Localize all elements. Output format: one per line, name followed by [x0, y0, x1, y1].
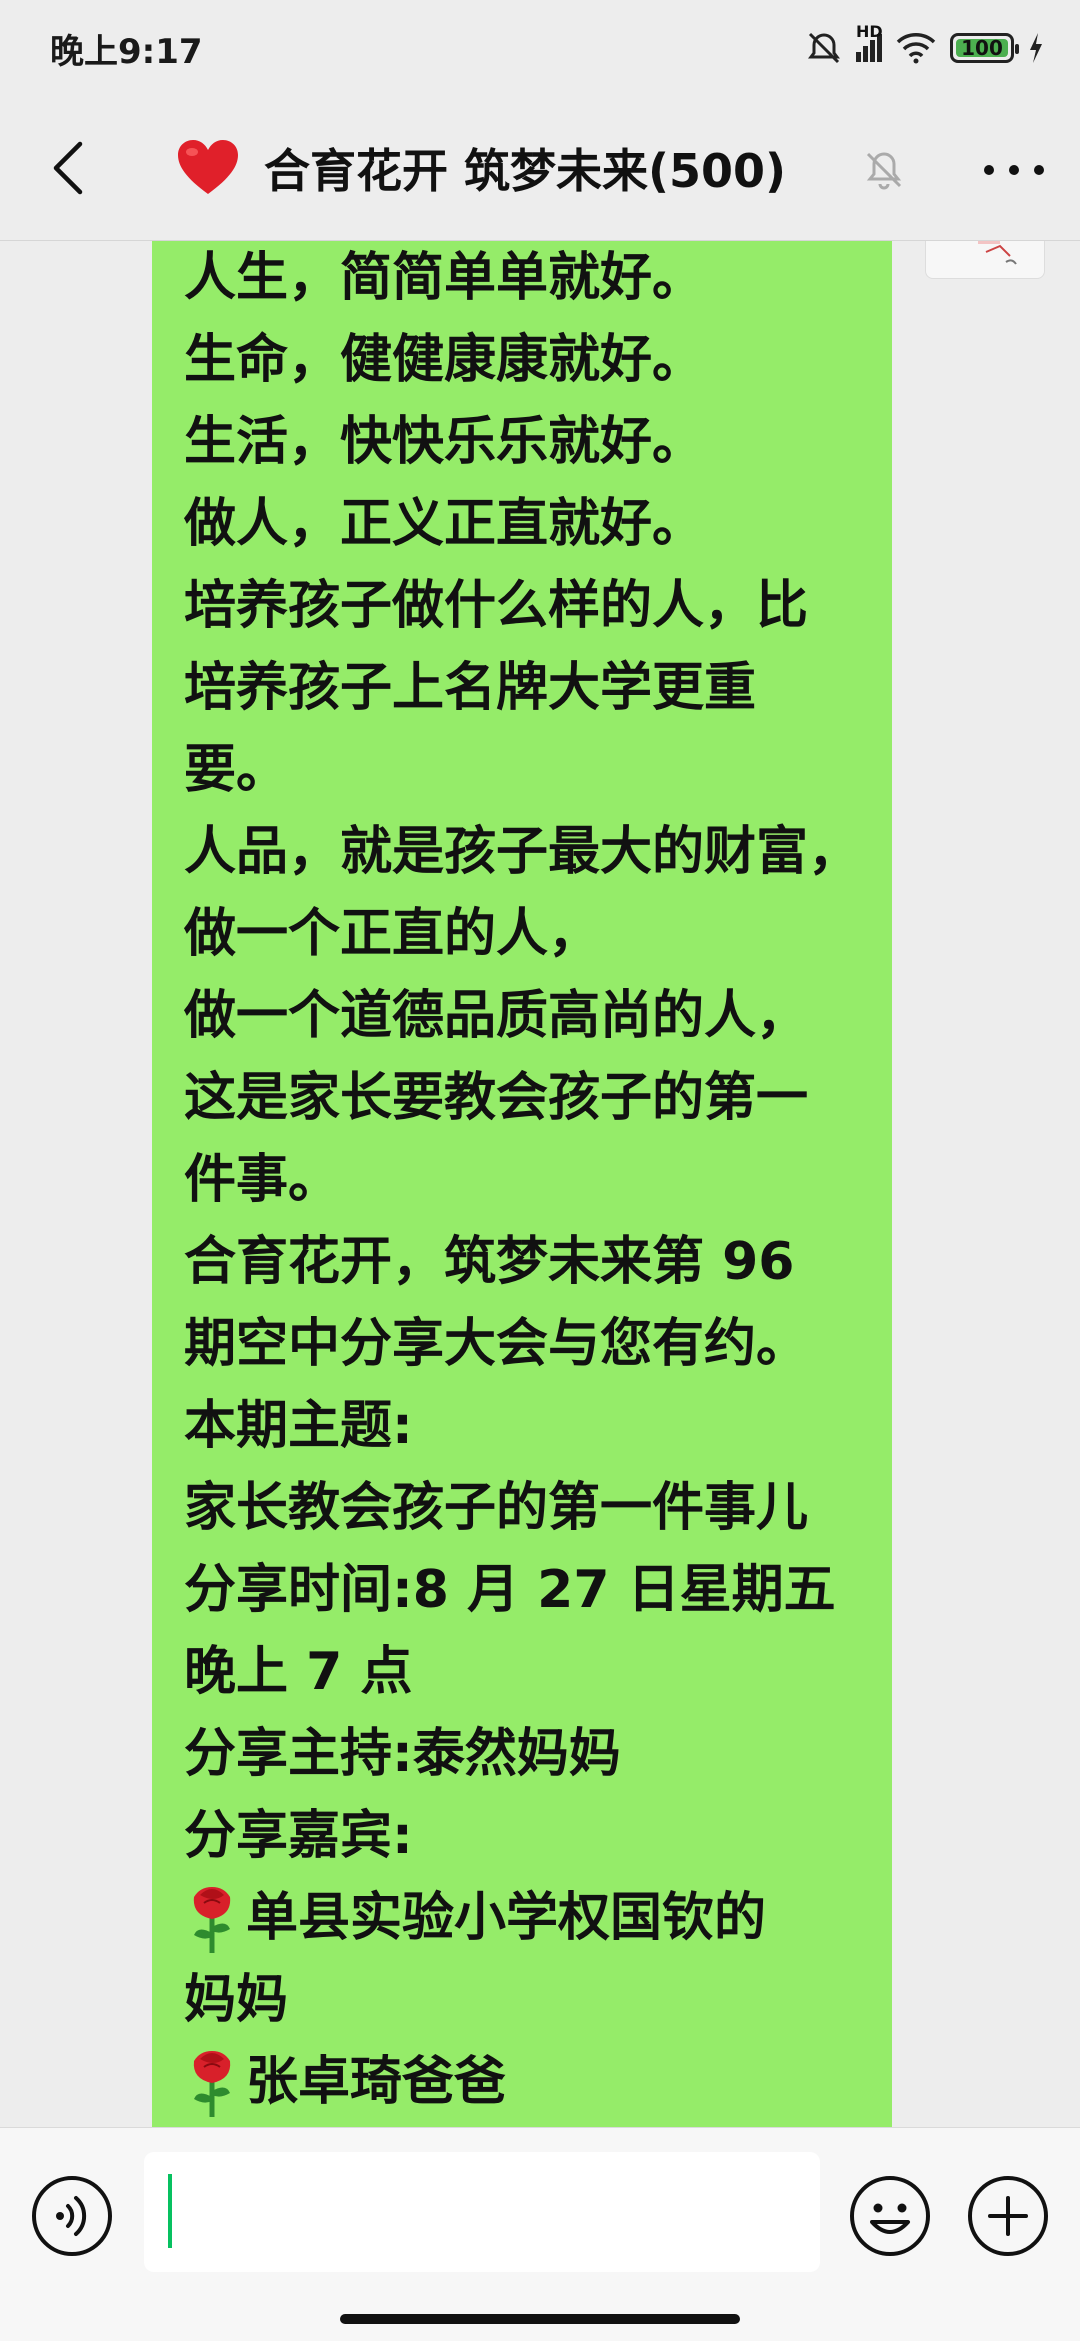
rose-icon	[193, 1887, 231, 1953]
charging-icon	[1030, 33, 1042, 63]
guest-name: 张卓琦爸爸	[246, 2052, 507, 2112]
back-icon[interactable]	[40, 136, 104, 200]
message-line: 做一个道德品质高尚的人，	[184, 986, 809, 1046]
status-time: 晚上9:17	[50, 32, 203, 72]
group-title: 合育花开 筑梦未来(500)	[176, 132, 786, 204]
message-line: 件事。	[184, 1150, 341, 1210]
chat-area[interactable]: 人生，简简单单就好。 生命，健健康康就好。 生活，快快乐乐就好。 做人，正义正直…	[0, 241, 1080, 2127]
guest-line: 张卓琦爸爸	[184, 2041, 860, 2123]
message-line: 分享嘉宾:	[184, 1806, 413, 1866]
message-line: 分享主持:泰然妈妈	[184, 1724, 621, 1784]
message-line: 培养孩子做什么样的人，比	[184, 576, 809, 636]
guest-name: 单县实验小学权国钦的	[246, 1888, 767, 1948]
status-bar: 晚上9:17 HD 100	[0, 0, 1080, 96]
message-line: 人品，就是孩子最大的财富，	[184, 822, 861, 882]
message-line: 家长教会孩子的第一件事儿	[184, 1478, 809, 1538]
rose-icon	[193, 2051, 231, 2117]
wifi-icon	[896, 33, 936, 64]
guest-line: 单县实验小学权国钦的	[184, 1877, 860, 1959]
status-icons: HD 100	[806, 22, 1044, 70]
emoji-icon[interactable]	[848, 2174, 932, 2258]
message-line: 晚上 7 点	[184, 1642, 413, 1702]
message-line: 合育花开，筑梦未来第 96	[184, 1232, 795, 1292]
message-line: 这是家长要教会孩子的第一	[184, 1068, 809, 1128]
message-line: 生命，健健康康就好。	[184, 330, 705, 390]
network-label: HD	[856, 22, 883, 41]
message-bubble[interactable]: 人生，简简单单就好。 生命，健健康康就好。 生活，快快乐乐就好。 做人，正义正直…	[152, 241, 892, 2127]
message-line: 分享时间:8 月 27 日星期五	[184, 1560, 836, 1620]
message-line: 做一个正直的人，	[184, 904, 601, 964]
message-line: 人生，简简单单就好。	[184, 248, 705, 308]
message-line: 生活，快快乐乐就好。	[184, 412, 705, 472]
message-line: 培养孩子上名牌大学更重	[184, 658, 757, 718]
mute-bell-icon	[866, 152, 902, 190]
message-line: 做人，正义正直就好。	[184, 494, 705, 554]
input-bar	[0, 2127, 1080, 2341]
message-line: 本期主题:	[184, 1396, 413, 1456]
plus-icon[interactable]	[966, 2174, 1050, 2258]
alarm-off-icon	[808, 32, 840, 64]
message-line: 期空中分享大会与您有约。	[184, 1314, 809, 1374]
chat-header: 合育花开 筑梦未来(500)	[0, 96, 1080, 241]
heart-icon	[178, 140, 238, 194]
group-title-text: 合育花开 筑梦未来(500)	[264, 144, 787, 198]
avatar[interactable]	[925, 241, 1045, 279]
message-input[interactable]	[144, 2152, 820, 2272]
guest-line-cont: 妈妈	[184, 1970, 289, 2030]
text-cursor	[168, 2174, 172, 2248]
voice-icon[interactable]	[30, 2174, 114, 2258]
battery-icon: 100	[950, 33, 1019, 63]
message-line: 要。	[184, 740, 289, 800]
battery-level: 100	[961, 36, 1003, 60]
signal-icon: HD	[856, 22, 883, 62]
home-indicator[interactable]	[340, 2314, 740, 2324]
more-icon[interactable]	[984, 160, 1044, 180]
